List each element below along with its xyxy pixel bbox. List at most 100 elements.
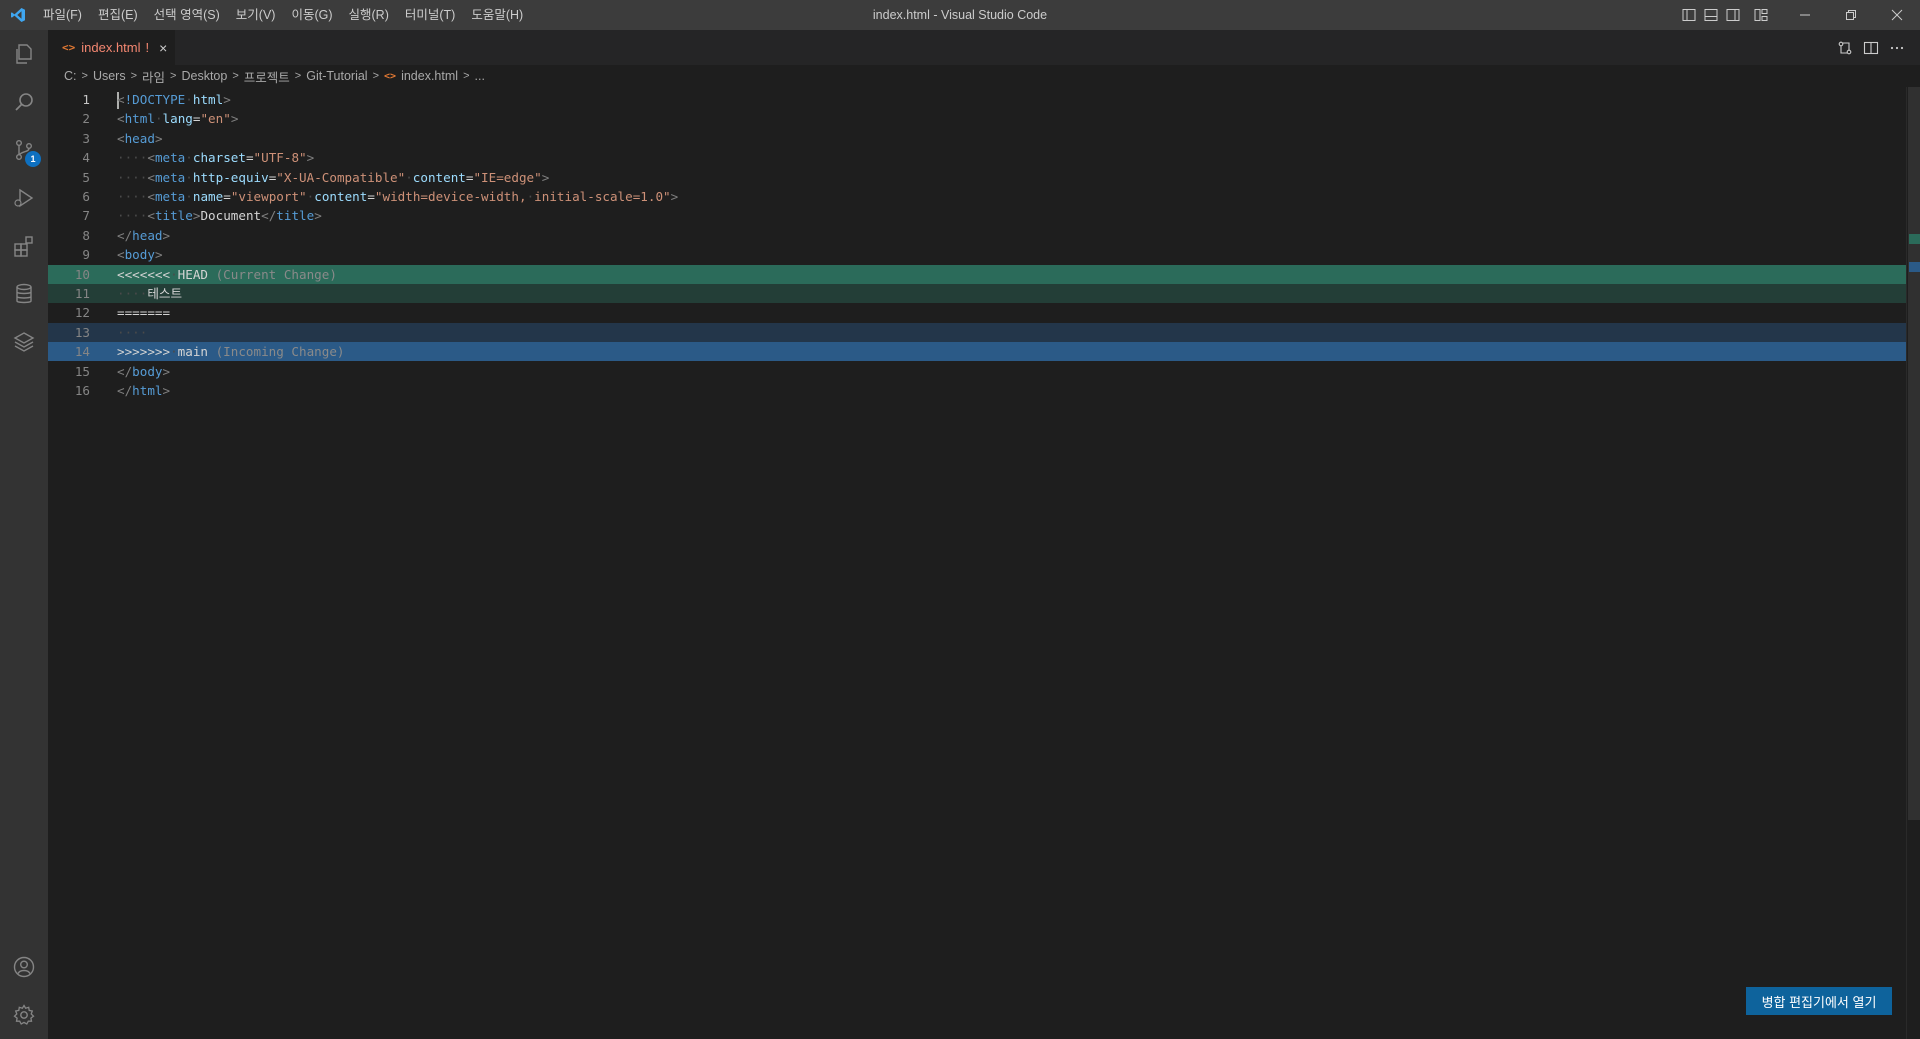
code-token: head bbox=[132, 227, 163, 243]
close-window-icon[interactable] bbox=[1874, 0, 1920, 30]
code-token: "viewport" bbox=[230, 189, 307, 204]
code-token: ···· bbox=[117, 208, 148, 224]
code-line[interactable]: 5 ····<meta·http-equiv="X-UA-Compatible"·… bbox=[48, 168, 1908, 187]
code-token: > bbox=[162, 363, 171, 379]
line-number: 4 bbox=[82, 150, 90, 166]
code-line[interactable]: 1 <!DOCTYPE·html> bbox=[48, 90, 1908, 109]
code-line[interactable]: 14 >>>>>>>·main (Incoming Change) bbox=[48, 342, 1908, 362]
open-changes-icon[interactable] bbox=[1832, 30, 1858, 65]
search-icon[interactable] bbox=[0, 78, 48, 126]
code-token: <<<<<<< bbox=[117, 266, 171, 282]
code-text: <html·lang="en"> bbox=[117, 109, 238, 128]
code-line[interactable]: 2 <html·lang="en"> bbox=[48, 109, 1908, 128]
breadcrumb-symbols[interactable]: ... bbox=[475, 69, 485, 83]
line-number: 5 bbox=[82, 169, 90, 185]
code-line[interactable]: 13 ···· bbox=[48, 322, 1908, 342]
toggle-secondary-sidebar-icon[interactable] bbox=[1722, 0, 1744, 30]
code-line[interactable]: 4 ····<meta·charset="UTF-8"> bbox=[48, 148, 1908, 167]
code-token: > bbox=[670, 189, 679, 204]
code-line[interactable]: 11 ····테스트 bbox=[48, 284, 1908, 303]
code-token: < bbox=[117, 92, 125, 107]
code-line[interactable]: 7 ····<title>Document</title> bbox=[48, 206, 1908, 225]
code-token: initial-scale=1.0" bbox=[534, 189, 671, 204]
breadcrumb-users[interactable]: Users bbox=[93, 69, 126, 83]
code-line[interactable]: 10 <<<<<<<·HEAD (Current Change) bbox=[48, 264, 1908, 284]
open-in-merge-editor-button[interactable]: 병합 편집기에서 열기 bbox=[1746, 987, 1892, 1015]
code-token: = bbox=[223, 189, 231, 204]
menu-edit[interactable]: 편집(E) bbox=[90, 0, 146, 30]
menu-help[interactable]: 도움말(H) bbox=[463, 0, 531, 30]
code-line[interactable]: 15 </body> bbox=[48, 362, 1908, 381]
code-token: meta bbox=[154, 169, 186, 185]
run-debug-icon[interactable] bbox=[0, 174, 48, 222]
scrollbar-thumb[interactable] bbox=[1908, 87, 1920, 820]
code-token: http-equiv bbox=[192, 169, 269, 185]
settings-gear-icon[interactable] bbox=[0, 991, 48, 1039]
code-text: ···· bbox=[117, 323, 147, 342]
menu-go[interactable]: 이동(G) bbox=[283, 0, 340, 30]
menu-view[interactable]: 보기(V) bbox=[228, 0, 284, 30]
code-line[interactable]: 9 <body> bbox=[48, 245, 1908, 264]
line-number: 7 bbox=[82, 208, 90, 224]
breadcrumb-project[interactable]: 프로젝트 bbox=[244, 67, 290, 86]
line-number: 16 bbox=[74, 383, 90, 398]
code-line[interactable]: 12 ======= bbox=[48, 303, 1908, 322]
breadcrumb-file[interactable]: index.html bbox=[401, 69, 458, 83]
chevron-right-icon: > bbox=[294, 70, 302, 82]
minimize-icon[interactable] bbox=[1782, 0, 1828, 30]
editor-scrollbar[interactable] bbox=[1906, 87, 1920, 1039]
source-control-icon[interactable]: 1 bbox=[0, 126, 48, 174]
chevron-right-icon: > bbox=[130, 70, 138, 82]
menu-file[interactable]: 파일(F) bbox=[35, 0, 90, 30]
code-token: "X-UA-Compatible" bbox=[276, 169, 406, 185]
code-token: = bbox=[367, 189, 375, 204]
code-line[interactable]: 16 </html> bbox=[48, 381, 1908, 400]
code-token: meta bbox=[154, 189, 186, 204]
code-token: > bbox=[223, 92, 231, 107]
activity-bar: 1 bbox=[0, 30, 48, 1039]
database-icon[interactable] bbox=[0, 270, 48, 318]
menu-bar: 파일(F) 편집(E) 선택 영역(S) 보기(V) 이동(G) 실행(R) 터… bbox=[35, 0, 531, 30]
tab-index-html[interactable]: <> index.html ! × bbox=[48, 30, 175, 65]
code-token: charset bbox=[192, 150, 246, 166]
split-editor-icon[interactable] bbox=[1858, 30, 1884, 65]
html-file-icon: <> bbox=[384, 70, 397, 82]
breadcrumb-desktop[interactable]: Desktop bbox=[181, 69, 227, 83]
menu-run[interactable]: 실행(R) bbox=[341, 0, 397, 30]
line-number: 2 bbox=[82, 111, 90, 127]
code-editor[interactable]: 1 <!DOCTYPE·html> 2 <html·lang="en"> 3 <head>… bbox=[48, 87, 1920, 1039]
code-text: ····테스트 bbox=[117, 284, 182, 303]
code-token: < bbox=[117, 247, 125, 263]
code-line[interactable]: 3 <head> bbox=[48, 129, 1908, 148]
restore-icon[interactable] bbox=[1828, 0, 1874, 30]
menu-selection[interactable]: 선택 영역(S) bbox=[146, 0, 228, 30]
breadcrumb-git-tutorial[interactable]: Git-Tutorial bbox=[306, 69, 367, 83]
code-token: ======= bbox=[117, 305, 171, 321]
more-actions-icon[interactable] bbox=[1884, 30, 1910, 65]
line-number: 6 bbox=[82, 189, 90, 204]
accounts-icon[interactable] bbox=[0, 943, 48, 991]
chevron-right-icon: > bbox=[463, 70, 470, 82]
code-token: > bbox=[230, 111, 239, 127]
code-token: body bbox=[124, 247, 155, 263]
explorer-icon[interactable] bbox=[0, 30, 48, 78]
code-token: content bbox=[412, 169, 466, 185]
breadcrumb-drive[interactable]: C: bbox=[64, 69, 77, 83]
layers-icon[interactable] bbox=[0, 318, 48, 366]
chevron-right-icon: > bbox=[170, 70, 177, 82]
line-number: 11 bbox=[74, 286, 90, 301]
extensions-icon[interactable] bbox=[0, 222, 48, 270]
line-number: 8 bbox=[82, 227, 90, 243]
code-line[interactable]: 8 </head> bbox=[48, 226, 1908, 245]
tab-close-icon[interactable]: × bbox=[159, 40, 167, 56]
customize-layout-icon[interactable] bbox=[1750, 0, 1772, 30]
code-token: < bbox=[147, 150, 155, 166]
code-token: ···· bbox=[117, 150, 148, 166]
code-line[interactable]: 6 ····<meta·name="viewport"·content="widt… bbox=[48, 187, 1908, 206]
current-change-ruler-mark bbox=[1909, 234, 1920, 244]
breadcrumb-user[interactable]: 라임 bbox=[142, 67, 165, 86]
menu-terminal[interactable]: 터미널(T) bbox=[397, 0, 463, 30]
code-token: HEAD bbox=[177, 266, 209, 282]
toggle-primary-sidebar-icon[interactable] bbox=[1678, 0, 1700, 30]
toggle-panel-icon[interactable] bbox=[1700, 0, 1722, 30]
